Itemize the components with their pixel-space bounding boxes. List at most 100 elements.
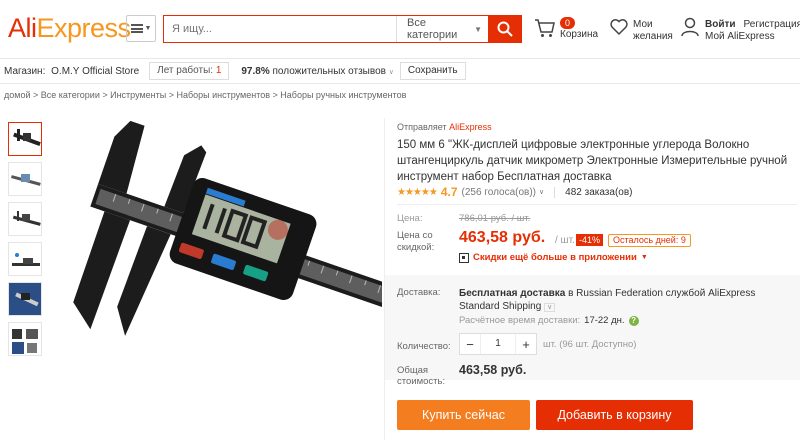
store-years-label: Лет работы: bbox=[157, 65, 214, 76]
total-price: 463,58 руб. bbox=[459, 363, 527, 377]
old-price-label: Цена: bbox=[397, 213, 423, 224]
thumbnail-4[interactable] bbox=[8, 242, 42, 276]
total-price-label: Общая стоимость: bbox=[397, 365, 446, 387]
discount-badge: -41% bbox=[576, 234, 604, 246]
thumbnail-2[interactable] bbox=[8, 162, 42, 196]
wishlist-label-line2: желания bbox=[633, 31, 673, 42]
caliper-thumb-image bbox=[13, 129, 41, 147]
product-gallery bbox=[0, 118, 439, 440]
delivery-time: Расчётное время доставки: 17-22 дн. ? bbox=[459, 315, 639, 326]
app-promo-link[interactable]: Скидки ещё больше в приложении ▼ bbox=[459, 252, 648, 263]
digital-caliper-image bbox=[73, 120, 439, 336]
help-icon[interactable]: ? bbox=[628, 315, 639, 326]
days-left-badge: Осталось дней: 9 bbox=[608, 234, 691, 247]
price-unit: / шт. bbox=[555, 235, 575, 246]
delivery-time-value: 17-22 дн. bbox=[584, 315, 625, 326]
caliper-thumb-image bbox=[9, 283, 41, 315]
store-name-link[interactable]: O.M.Y Official Store bbox=[51, 66, 139, 77]
purchase-section: Доставка: Бесплатная доставка в Russian … bbox=[385, 275, 800, 380]
hamburger-icon bbox=[130, 24, 143, 33]
add-to-cart-button[interactable]: Добавить в корзину bbox=[536, 400, 693, 430]
quantity-decrease-button[interactable]: − bbox=[460, 337, 480, 352]
positive-feedback-percent: 97.8% bbox=[241, 65, 270, 77]
shipping-label: Доставка: bbox=[397, 287, 441, 298]
chevron-down-icon: ∨ bbox=[539, 189, 545, 196]
quantity-label: Количество: bbox=[397, 341, 451, 352]
save-store-button[interactable]: Сохранить bbox=[399, 62, 466, 80]
store-years-value: 1 bbox=[215, 65, 222, 76]
shipping-method[interactable]: Бесплатная доставка в Russian Federation… bbox=[459, 287, 789, 314]
old-price: 786,01 руб. / шт. bbox=[459, 213, 531, 224]
thumbnail-3[interactable] bbox=[8, 202, 42, 236]
delivery-time-label: Расчётное время доставки: bbox=[459, 315, 581, 326]
shipped-by: Отправляет AliExpress bbox=[397, 122, 492, 132]
search-bar: Все категории ▼ bbox=[163, 15, 522, 43]
orders-count: 482 заказа(ов) bbox=[565, 186, 633, 198]
my-aliexpress-link[interactable]: Мой AliExpress bbox=[705, 31, 775, 42]
shipped-by-label: Отправляет bbox=[397, 122, 447, 132]
user-icon bbox=[681, 17, 699, 37]
discount-price-label: Цена со скидкой: bbox=[397, 230, 435, 253]
cart-icon bbox=[535, 19, 555, 37]
search-category-select[interactable]: Все категории ▼ bbox=[396, 16, 488, 42]
heart-icon bbox=[610, 19, 628, 36]
store-years-chip: Лет работы: 1 bbox=[149, 62, 230, 80]
wishlist-link[interactable]: Мои желания bbox=[609, 17, 673, 42]
caliper-thumb-image bbox=[12, 329, 38, 354]
thumbnail-1[interactable] bbox=[8, 122, 42, 156]
logo-express: Express bbox=[36, 13, 132, 43]
divider bbox=[397, 204, 797, 205]
cart-count-badge: 0 bbox=[560, 17, 576, 29]
rating-votes-link[interactable]: (256 голоса(ов)) bbox=[462, 187, 537, 198]
shipping-free-label: Бесплатная доставка bbox=[459, 288, 566, 299]
search-icon bbox=[497, 21, 513, 37]
shipped-by-value: AliExpress bbox=[449, 122, 492, 132]
wishlist-label-line1: Мои bbox=[633, 19, 653, 30]
store-label: Магазин: bbox=[4, 65, 46, 77]
store-info: Магазин: O.M.Y Official Store bbox=[4, 66, 139, 77]
search-button[interactable] bbox=[488, 15, 521, 43]
chevron-down-icon: ∨ bbox=[388, 68, 394, 76]
account-menu: Войти Регистрация Мой AliExpress bbox=[681, 17, 800, 42]
caliper-thumb-image bbox=[10, 174, 41, 186]
discount-price: 463,58 руб. bbox=[459, 229, 546, 246]
search-input[interactable] bbox=[164, 16, 396, 42]
chevron-down-icon: ▼ bbox=[474, 24, 482, 34]
store-feedback[interactable]: 97.8% положительных отзывов ∨ bbox=[241, 66, 393, 77]
main-product-image[interactable] bbox=[54, 118, 439, 440]
search-category-label: Все категории bbox=[407, 17, 458, 41]
quantity-available: шт. (96 шт. Доступно) bbox=[543, 339, 637, 350]
thumbnail-6[interactable] bbox=[8, 322, 42, 356]
quantity-stepper: − 1 + bbox=[459, 333, 537, 355]
rating-separator bbox=[554, 186, 556, 198]
caliper-thumb-image bbox=[12, 253, 40, 266]
category-menu-button[interactable]: ▼ bbox=[126, 15, 156, 42]
aliexpress-logo[interactable]: AliExpress bbox=[8, 13, 131, 44]
product-info-panel: Отправляет AliExpress 150 мм 6 "ЖК-диспл… bbox=[384, 118, 800, 440]
breadcrumb[interactable]: домой > Все категории > Инструменты > На… bbox=[4, 90, 406, 100]
rating-score: 4.7 bbox=[440, 185, 458, 199]
cart-link[interactable]: 0 Корзина bbox=[534, 17, 598, 42]
caliper-thumb-image bbox=[12, 211, 41, 226]
cart-label: Корзина bbox=[560, 29, 599, 40]
app-promo-label: Скидки ещё больше в приложении bbox=[473, 252, 637, 263]
store-bar: Магазин: O.M.Y Official Store Лет работы… bbox=[0, 58, 800, 84]
header: AliExpress ▼ Все категории ▼ 0 Корзина bbox=[0, 0, 800, 58]
qr-code-icon bbox=[459, 252, 469, 263]
star-icons: ★★★★★ bbox=[397, 186, 438, 198]
quantity-input[interactable]: 1 bbox=[480, 334, 516, 354]
login-link[interactable]: Войти bbox=[705, 19, 736, 30]
logo-ali: Ali bbox=[8, 13, 37, 43]
buy-now-button[interactable]: Купить сейчас bbox=[397, 400, 530, 430]
thumbnail-5[interactable] bbox=[8, 282, 42, 316]
wishlist-label: Мои желания bbox=[633, 19, 683, 43]
quantity-increase-button[interactable]: + bbox=[516, 337, 536, 352]
product-rating: ★★★★★ 4.7 (256 голоса(ов)) ∨ 482 заказа(… bbox=[397, 185, 632, 199]
chevron-down-icon: ∨ bbox=[544, 303, 556, 312]
register-link[interactable]: Регистрация bbox=[744, 19, 800, 30]
thumbnail-list bbox=[8, 122, 44, 362]
product-title: 150 мм 6 "ЖК-дисплей цифровые электронны… bbox=[397, 139, 788, 183]
caret-down-icon: ▼ bbox=[640, 254, 648, 261]
positive-feedback-label: положительных отзывов bbox=[272, 65, 386, 77]
caret-down-icon: ▼ bbox=[144, 25, 152, 32]
